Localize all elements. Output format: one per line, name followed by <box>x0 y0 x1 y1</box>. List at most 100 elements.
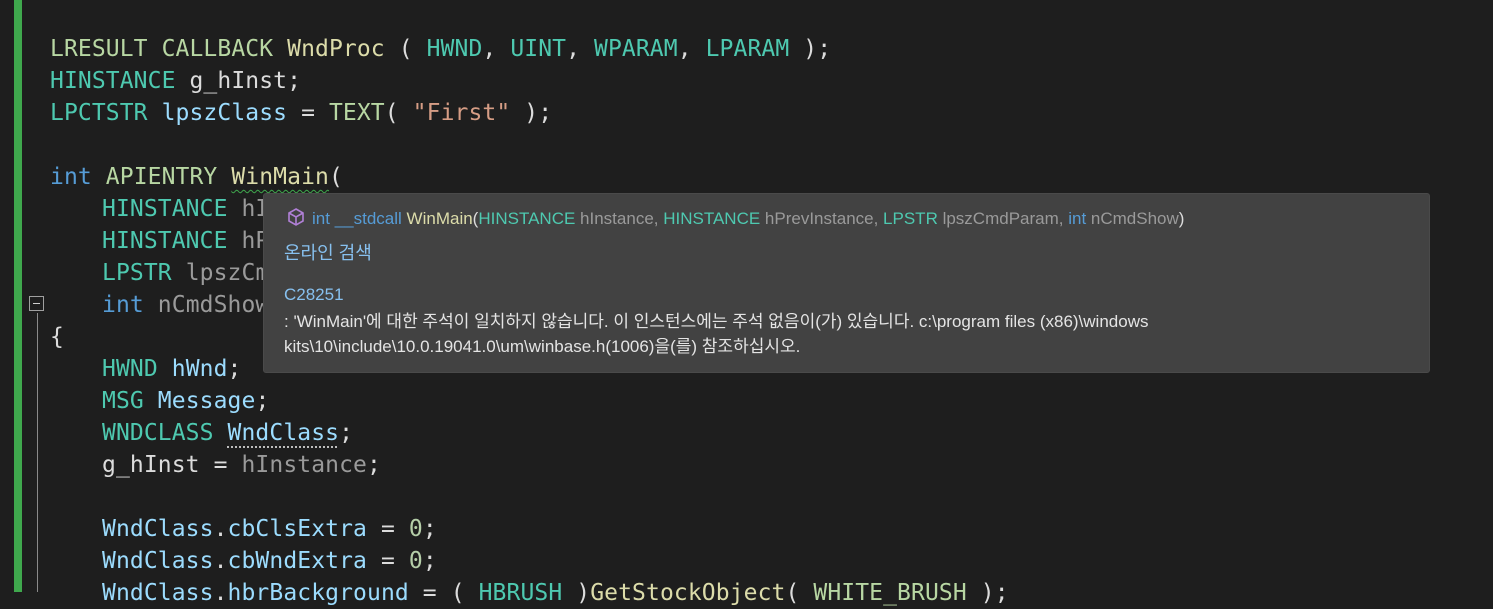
code-token: ; <box>287 68 302 94</box>
signature-token: hPrevInstance, <box>760 209 884 228</box>
code-token: MSG <box>102 388 144 414</box>
code-token: , <box>566 36 595 62</box>
code-token: ( <box>328 164 343 190</box>
function-signature: int __stdcall WinMain(HINSTANCE hInstanc… <box>286 207 1184 229</box>
code-token: , <box>482 36 511 62</box>
signature-token: hInstance, <box>575 209 664 228</box>
code-token: = ( <box>408 580 479 606</box>
code-token: int <box>102 292 144 318</box>
code-token: HBRUSH <box>478 580 563 606</box>
code-line[interactable]: HINSTANCE g_hInst; <box>50 65 1009 97</box>
signature-token: HINSTANCE <box>478 209 576 228</box>
code-line[interactable]: WndClass.cbClsExtra = 0; <box>50 513 1009 545</box>
code-token: HWND <box>426 36 483 62</box>
code-line[interactable]: int APIENTRY WinMain( <box>50 161 1009 193</box>
code-token: { <box>50 324 64 350</box>
code-token: . <box>213 516 228 542</box>
code-token: WndClass <box>102 516 214 542</box>
code-line[interactable]: WndClass.cbWndExtra = 0; <box>50 545 1009 577</box>
code-token: 0 <box>408 516 423 542</box>
fold-guide-line <box>37 313 38 592</box>
code-line[interactable]: WndClass.hbrBackground = ( HBRUSH )GetSt… <box>50 577 1009 609</box>
signature-token: nCmdShow <box>1086 209 1179 228</box>
change-tracking-bar <box>14 0 22 592</box>
code-token: LRESULT <box>50 36 148 62</box>
code-token: APIENTRY <box>105 164 218 190</box>
code-token: ; <box>422 516 437 542</box>
quick-info-tooltip: int __stdcall WinMain(HINSTANCE hInstanc… <box>263 193 1430 373</box>
code-line[interactable]: MSG Message; <box>50 385 1009 417</box>
code-token: g_hInst <box>102 452 200 478</box>
code-line[interactable] <box>50 129 1009 161</box>
code-line[interactable]: LPCTSTR lpszClass = TEXT( "First" ); <box>50 97 1009 129</box>
code-token: hWnd <box>171 356 228 382</box>
code-token: hbrBackground <box>227 580 409 606</box>
code-token: = <box>367 548 409 574</box>
code-token: ); <box>510 100 553 126</box>
code-token: , <box>677 36 706 62</box>
signature-token: ) <box>1178 209 1185 228</box>
code-token: WndClass <box>102 580 214 606</box>
code-token: = <box>199 452 242 478</box>
cube-icon <box>288 208 304 226</box>
code-token: ); <box>966 580 1009 606</box>
code-token: = <box>287 100 329 126</box>
code-line[interactable] <box>50 481 1009 513</box>
code-token: CALLBACK <box>161 36 274 62</box>
code-token: ); <box>789 36 832 62</box>
code-token: WHITE_BRUSH <box>813 580 967 606</box>
signature-token: lpszCmdParam, <box>937 209 1069 228</box>
signature-token: LPSTR <box>883 209 938 228</box>
code-token: Message <box>157 388 256 414</box>
code-token: WndProc <box>287 36 385 62</box>
code-token: HINSTANCE <box>50 68 176 94</box>
code-token: lpszClass <box>161 100 288 126</box>
code-token: ; <box>339 420 354 446</box>
code-token: LPARAM <box>705 36 790 62</box>
signature-token: WinMain <box>406 209 473 228</box>
code-token: LPCTSTR <box>50 100 148 126</box>
warning-code-link[interactable]: C28251 <box>284 285 344 305</box>
code-token: ; <box>227 356 242 382</box>
search-online-link[interactable]: 온라인 검색 <box>284 239 372 265</box>
code-token: HWND <box>102 356 158 382</box>
code-token: WPARAM <box>594 36 678 62</box>
code-token: ( <box>384 100 413 126</box>
code-token: cbWndExtra <box>227 548 368 574</box>
signature-token: HINSTANCE <box>663 209 761 228</box>
code-token: ; <box>367 452 381 478</box>
code-token: = <box>367 516 409 542</box>
signature-token: int <box>312 209 330 228</box>
collapse-icon[interactable] <box>29 296 44 311</box>
code-token: WNDCLASS <box>102 420 214 446</box>
signature-text: int __stdcall WinMain(HINSTANCE hInstanc… <box>312 209 1184 228</box>
code-token: HINSTANCE <box>102 196 228 222</box>
code-token: . <box>213 548 228 574</box>
code-token: GetStockObject <box>590 580 786 606</box>
code-token: cbClsExtra <box>227 516 368 542</box>
code-line[interactable]: g_hInst = hInstance; <box>50 449 1009 481</box>
code-token: int <box>50 164 92 190</box>
code-token: nCmdShow <box>157 292 270 318</box>
code-token: . <box>213 580 228 606</box>
code-token: ; <box>255 388 270 414</box>
code-token: hInstance <box>241 452 368 478</box>
code-line[interactable]: WNDCLASS WndClass; <box>50 417 1009 449</box>
code-token: WinMain <box>231 164 329 190</box>
code-token: 0 <box>408 548 423 574</box>
signature-token: __stdcall <box>334 209 402 228</box>
code-line[interactable]: LRESULT CALLBACK WndProc ( HWND, UINT, W… <box>50 33 1009 65</box>
warning-message: : 'WinMain'에 대한 주석이 일치하지 않습니다. 이 인스턴스에는 … <box>284 312 1149 356</box>
code-token: WndClass <box>102 548 214 574</box>
code-token: TEXT <box>328 100 385 126</box>
